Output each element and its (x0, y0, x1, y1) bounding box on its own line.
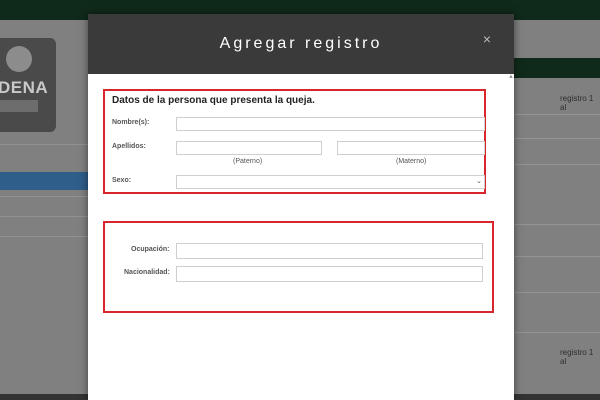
apellidos-label: Apellidos: (112, 143, 146, 150)
divider (0, 196, 88, 197)
section-title: Datos de la persona que presenta la quej… (112, 95, 315, 106)
table-divider (514, 224, 600, 225)
chevron-down-icon: ⌄ (476, 178, 482, 185)
apellido-paterno-input[interactable] (176, 141, 322, 155)
occupation-section: Ocupación: Nacionalidad: (103, 221, 494, 313)
scroll-up-icon[interactable]: ▲ (508, 74, 514, 80)
table-divider (514, 256, 600, 257)
table-divider (514, 138, 600, 139)
nombres-input[interactable] (176, 117, 485, 131)
apellido-materno-input[interactable] (337, 141, 485, 155)
sexo-select[interactable]: ⌄ (176, 175, 485, 189)
table-header-bar (514, 58, 600, 78)
nombres-label: Nombre(s): (112, 119, 150, 126)
table-divider (514, 164, 600, 165)
logo-text: DENA (0, 78, 49, 97)
ocupacion-label: Ocupación: (131, 246, 170, 253)
table-divider (514, 114, 600, 115)
paterno-label: (Paterno) (233, 158, 263, 165)
active-nav-item (0, 172, 88, 190)
sedena-logo: DENA (0, 38, 56, 132)
sexo-label: Sexo: (112, 177, 132, 184)
close-button[interactable]: × (480, 32, 494, 46)
divider (0, 236, 88, 237)
ocupacion-input[interactable] (176, 243, 483, 259)
table-divider (514, 292, 600, 293)
emblem-icon (6, 46, 32, 72)
nacionalidad-input[interactable] (176, 266, 483, 282)
table-divider (514, 332, 600, 333)
pagination-text: registro 1 al (560, 94, 594, 112)
pagination-text: registro 1 al (560, 348, 594, 366)
divider (0, 144, 88, 145)
add-record-modal: Agregar registro × ▲ Datos de la persona… (88, 14, 514, 400)
materno-label: (Materno) (396, 158, 427, 165)
modal-title: Agregar registro (219, 35, 383, 52)
logo-subtext (0, 100, 38, 112)
modal-header: Agregar registro × (88, 14, 514, 74)
complainant-section: Datos de la persona que presenta la quej… (103, 89, 486, 194)
nacionalidad-label: Nacionalidad: (124, 269, 170, 276)
divider (0, 216, 88, 217)
